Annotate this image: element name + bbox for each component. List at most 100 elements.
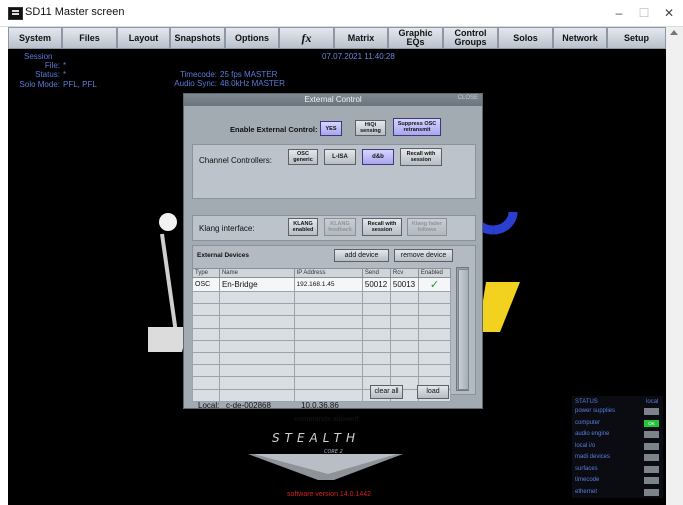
table-row-empty[interactable] bbox=[192, 327, 452, 341]
menu-matrix[interactable]: Matrix bbox=[334, 27, 388, 49]
hiqi-sensing-button[interactable]: HiQi sensing bbox=[355, 120, 386, 136]
enable-external-control-label: Enable External Control: bbox=[230, 125, 318, 134]
table-row-empty[interactable] bbox=[192, 388, 452, 402]
status-madi-devices: madi devices bbox=[575, 454, 611, 460]
table-row-empty[interactable] bbox=[192, 364, 452, 378]
status-computer: computer bbox=[575, 420, 601, 426]
device-send-cell[interactable]: 50012 bbox=[361, 277, 391, 292]
status-indicator-madi bbox=[644, 454, 659, 461]
menu-layout[interactable]: Layout bbox=[117, 27, 170, 49]
load-button[interactable]: load bbox=[417, 385, 449, 399]
local-ip-value: 10.0.36.86 bbox=[301, 401, 339, 410]
scroll-up-arrow-icon[interactable] bbox=[670, 30, 678, 35]
timecode-value: 25 fps MASTER bbox=[220, 70, 278, 79]
klang-recall-session-button[interactable]: Recall with session bbox=[362, 218, 402, 236]
window-scrollbar[interactable] bbox=[666, 27, 683, 505]
minimize-button[interactable]: – bbox=[606, 4, 632, 22]
status-local-io: local i/o bbox=[575, 443, 596, 449]
klang-feedback-button[interactable]: KLANG feedback bbox=[324, 218, 356, 236]
status-indicator-computer: OK bbox=[644, 420, 659, 427]
devices-scrollbar-thumb[interactable] bbox=[458, 269, 469, 390]
console-screen: System Files Layout Snapshots Options fx… bbox=[8, 27, 666, 505]
timecode-label: Timecode: bbox=[179, 70, 217, 79]
controllers-recall-session-button[interactable]: Recall with session bbox=[400, 148, 442, 166]
controller-db-button[interactable]: d&b bbox=[362, 149, 394, 165]
status-indicator-ethernet bbox=[644, 489, 659, 496]
controller-lisa-button[interactable]: L-ISA bbox=[324, 149, 356, 165]
maximize-button[interactable]: ☐ bbox=[631, 4, 657, 22]
menu-snapshots[interactable]: Snapshots bbox=[170, 27, 225, 49]
klang-fader-follows-button[interactable]: Klang fader follows bbox=[407, 218, 447, 236]
menu-setup[interactable]: Setup bbox=[607, 27, 666, 49]
session-label: Session bbox=[24, 52, 53, 61]
table-row-empty[interactable] bbox=[192, 376, 452, 390]
table-header-row: Type Name IP Address Send Rcv Enabled bbox=[192, 268, 452, 278]
close-button[interactable]: ✕ bbox=[656, 4, 682, 22]
dialog-close-button[interactable]: CLOSE bbox=[458, 95, 478, 101]
status-header: STATUS bbox=[575, 399, 598, 405]
file-label: File: bbox=[44, 61, 60, 70]
status-header-local: local bbox=[646, 399, 659, 405]
device-name-cell[interactable]: En-Bridge bbox=[218, 277, 295, 292]
klang-interface-group: Klang interface: KLANG enabled KLANG fee… bbox=[192, 215, 476, 241]
enable-yes-button[interactable]: YES bbox=[320, 121, 342, 136]
status-indicator-timecode bbox=[644, 477, 659, 484]
commands-allowed-label: commands allowed: bbox=[294, 416, 361, 423]
device-enabled-checkmark[interactable]: ✓ bbox=[417, 277, 452, 292]
status-indicator-power bbox=[644, 408, 659, 415]
stealth-logo: STEALTH CORE 2 bbox=[248, 432, 403, 480]
audio-sync-value: 48.0kHz MASTER bbox=[220, 79, 285, 88]
column-enabled: Enabled bbox=[417, 268, 452, 278]
devices-scrollbar[interactable] bbox=[456, 267, 469, 391]
device-ip-cell[interactable]: 192.168.1.45 bbox=[293, 277, 363, 292]
clear-all-button[interactable]: clear all bbox=[370, 385, 403, 399]
status-ethernet: ethernet bbox=[575, 489, 598, 495]
local-label: Local: bbox=[198, 401, 220, 410]
menu-bar: System Files Layout Snapshots Options fx… bbox=[8, 27, 666, 49]
table-row[interactable]: OSC En-Bridge 192.168.1.45 50012 50013 ✓ bbox=[192, 277, 452, 292]
menu-options[interactable]: Options bbox=[225, 27, 279, 49]
status-panel: STATUS local power supplies computer OK … bbox=[572, 396, 663, 498]
solo-mode-value: PFL, PFL bbox=[63, 80, 97, 89]
app-icon bbox=[8, 7, 23, 20]
menu-graphic-eqs[interactable]: Graphic EQs bbox=[388, 27, 443, 49]
external-devices-table: Type Name IP Address Send Rcv Enabled OS… bbox=[192, 268, 452, 402]
menu-fx[interactable]: fx bbox=[279, 27, 334, 49]
status-indicator-surfaces bbox=[644, 466, 659, 473]
column-type: Type bbox=[192, 268, 220, 278]
date-time: 07.07.2021 11:40:28 bbox=[322, 52, 395, 61]
status-power-supplies: power supplies bbox=[575, 408, 616, 414]
device-rcv-cell[interactable]: 50013 bbox=[389, 277, 419, 292]
menu-control-groups[interactable]: Control Groups bbox=[443, 27, 498, 49]
stealth-logo-text: STEALTH bbox=[272, 432, 360, 445]
status-audio-engine: audio engine bbox=[575, 431, 610, 437]
column-name: Name bbox=[218, 268, 295, 278]
status-label: Status: bbox=[35, 70, 60, 79]
menu-solos[interactable]: Solos bbox=[498, 27, 553, 49]
local-host-value: c-de-002868 bbox=[226, 401, 271, 410]
table-row-empty[interactable] bbox=[192, 303, 452, 317]
status-value: * bbox=[63, 70, 67, 79]
channel-controllers-label: Channel Controllers: bbox=[199, 156, 272, 165]
add-device-button[interactable]: add device bbox=[334, 249, 389, 262]
table-row-empty[interactable] bbox=[192, 351, 452, 366]
device-type-cell[interactable]: OSC bbox=[192, 277, 220, 292]
suppress-osc-button[interactable]: Suppress OSC retransmit bbox=[393, 118, 441, 136]
klang-enabled-button[interactable]: KLANG enabled bbox=[288, 218, 318, 236]
table-row-empty[interactable] bbox=[192, 339, 452, 353]
audio-sync-label: Audio Sync: bbox=[174, 79, 217, 88]
menu-system[interactable]: System bbox=[8, 27, 62, 49]
window-titlebar: SD11 Master screen – ☐ ✕ bbox=[0, 0, 683, 27]
controller-osc-generic-button[interactable]: OSC generic bbox=[288, 149, 318, 165]
status-timecode: timecode bbox=[575, 477, 600, 483]
menu-network[interactable]: Network bbox=[553, 27, 607, 49]
solo-mode-label: Solo Mode: bbox=[19, 80, 60, 89]
table-row-empty[interactable] bbox=[192, 315, 452, 329]
channel-controllers-group: Channel Controllers: OSC generic L-ISA d… bbox=[192, 144, 476, 199]
remove-device-button[interactable]: remove device bbox=[394, 249, 453, 262]
column-ip-address: IP Address bbox=[293, 268, 363, 278]
menu-files[interactable]: Files bbox=[62, 27, 117, 49]
dialog-title: External Control bbox=[184, 94, 482, 106]
table-row-empty[interactable] bbox=[192, 290, 452, 305]
file-value: * bbox=[63, 61, 67, 70]
